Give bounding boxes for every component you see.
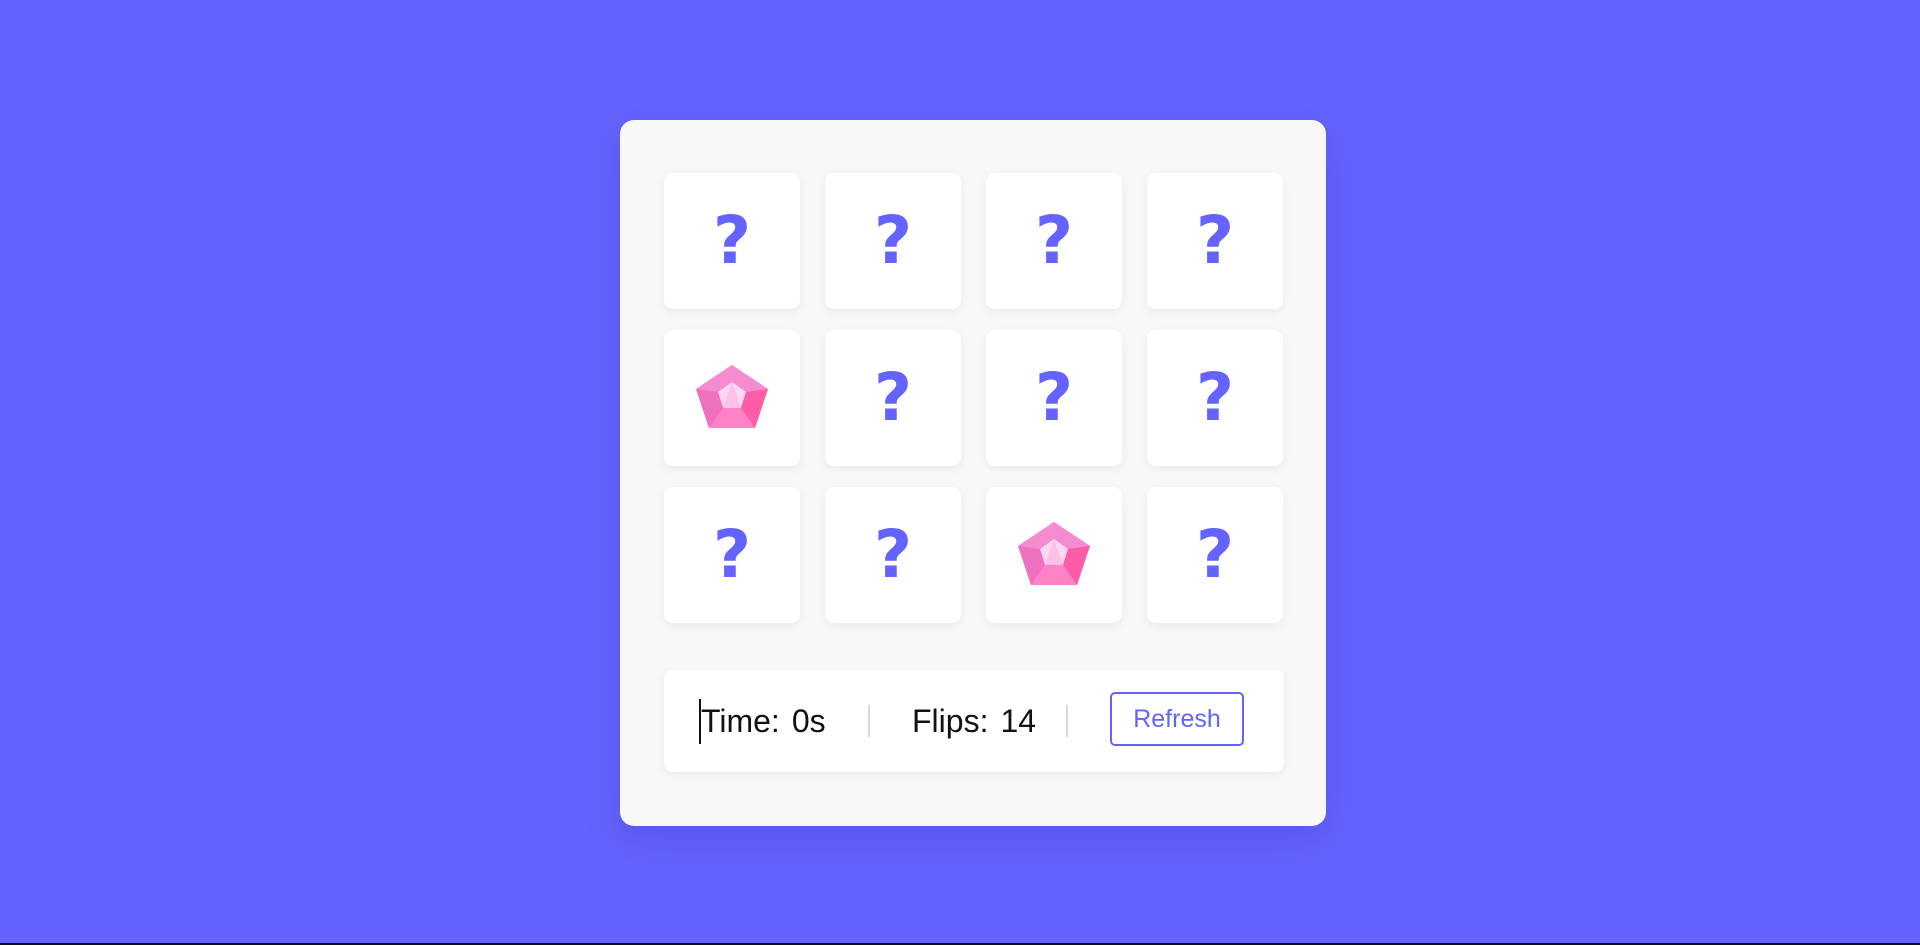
question-mark-icon: ? (1034, 202, 1074, 279)
divider (1066, 705, 1068, 737)
card-grid: ? ? ? ? ? ? ? ? ? ? (664, 173, 1284, 625)
question-mark-icon: ? (1034, 359, 1074, 436)
flips-stat: Flips: 14 (912, 670, 1036, 772)
flips-label: Flips: (912, 703, 989, 739)
divider (868, 705, 870, 737)
question-mark-icon: ? (712, 202, 752, 279)
flips-value: 14 (1000, 703, 1037, 739)
card-2[interactable]: ? (825, 173, 961, 309)
card-5[interactable] (664, 330, 800, 466)
card-6[interactable]: ? (825, 330, 961, 466)
pink-gem-icon (1018, 522, 1090, 585)
question-mark-icon: ? (873, 516, 913, 593)
card-3[interactable]: ? (986, 173, 1122, 309)
question-mark-icon: ? (1195, 516, 1235, 593)
card-4[interactable]: ? (1147, 173, 1283, 309)
question-mark-icon: ? (712, 516, 752, 593)
refresh-button[interactable]: Refresh (1110, 692, 1244, 746)
card-7[interactable]: ? (986, 330, 1122, 466)
card-9[interactable]: ? (664, 487, 800, 623)
time-label: Time: (701, 703, 780, 739)
question-mark-icon: ? (873, 359, 913, 436)
card-12[interactable]: ? (1147, 487, 1283, 623)
question-mark-icon: ? (1195, 359, 1235, 436)
time-stat: Time: 0s (701, 670, 826, 772)
game-wrapper: ? ? ? ? ? ? ? ? ? ? Time: 0s Flips: 14 R… (620, 120, 1326, 826)
game-details: Time: 0s Flips: 14 Refresh (664, 670, 1284, 772)
question-mark-icon: ? (873, 202, 913, 279)
card-10[interactable]: ? (825, 487, 961, 623)
time-value: 0s (791, 703, 826, 739)
card-1[interactable]: ? (664, 173, 800, 309)
card-11[interactable] (986, 487, 1122, 623)
card-8[interactable]: ? (1147, 330, 1283, 466)
question-mark-icon: ? (1195, 202, 1235, 279)
pink-gem-icon (696, 365, 768, 428)
